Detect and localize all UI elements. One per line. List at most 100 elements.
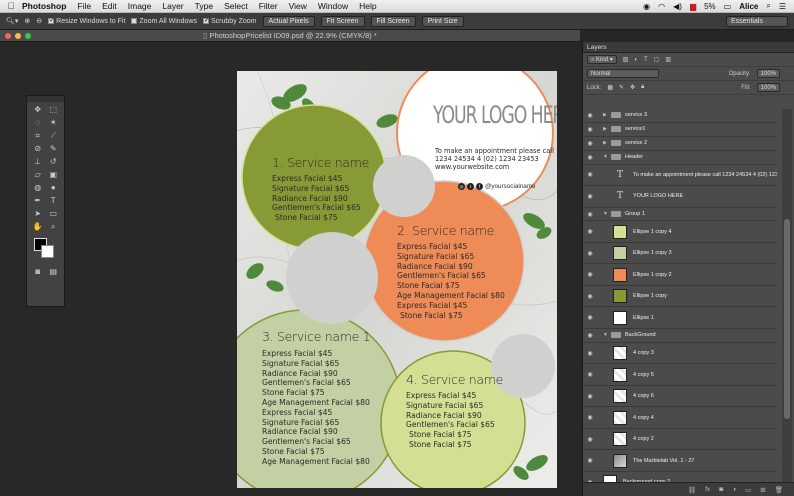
disclosure-arrow-icon[interactable]: ▼ xyxy=(603,211,611,217)
layer-row[interactable]: ◉ 4 copy 4 xyxy=(583,407,777,429)
layer-row[interactable]: ◉ Ellipse 1 copy 4 xyxy=(583,221,777,243)
visibility-eye-icon[interactable]: ◉ xyxy=(583,393,597,400)
filter-adjustment-icon[interactable]: ◐ xyxy=(634,57,638,63)
visibility-eye-icon[interactable]: ◉ xyxy=(583,314,597,321)
menu-layer[interactable]: Layer xyxy=(162,1,183,11)
layer-row[interactable]: ◉ Ellipse 1 copy 2 xyxy=(583,264,777,286)
visibility-eye-icon[interactable]: ◉ xyxy=(583,271,597,278)
volume-icon[interactable]: ◀) xyxy=(673,2,682,11)
zoom-out-icon[interactable]: ⊖ xyxy=(36,17,42,25)
layer-row[interactable]: ◉ ▼ BackGround xyxy=(583,329,777,343)
add-mask-icon[interactable]: ◙ xyxy=(719,486,723,493)
scrollbar-thumb[interactable] xyxy=(784,219,790,419)
layer-row[interactable]: ◉ ▶ service 3 xyxy=(583,109,777,123)
zoom-in-icon[interactable]: ⊕ xyxy=(24,17,30,25)
user-name[interactable]: Alice xyxy=(739,2,758,11)
disclosure-arrow-icon[interactable]: ▼ xyxy=(603,332,611,338)
zoom-all-checkbox[interactable]: Zoom All Windows xyxy=(131,18,197,25)
menu-edit[interactable]: Edit xyxy=(102,1,117,11)
blend-mode-select[interactable]: Normal xyxy=(587,69,659,78)
menu-select[interactable]: Select xyxy=(224,1,248,11)
lock-all-icon[interactable]: 🔒︎ xyxy=(641,84,644,91)
wifi-icon[interactable]: ◠ xyxy=(658,2,665,11)
resize-windows-checkbox[interactable]: Resize Windows to Fit xyxy=(48,16,125,25)
workspace-select[interactable]: Essentials xyxy=(726,15,788,27)
zoom-tool-icon[interactable]: ⌕ xyxy=(46,221,62,232)
trash-icon[interactable]: 🗑︎ xyxy=(775,486,783,494)
visibility-eye-icon[interactable]: ◉ xyxy=(583,211,597,218)
dodge-tool-icon[interactable]: ● xyxy=(46,182,62,193)
adjustment-layer-icon[interactable]: ◑ xyxy=(732,486,736,493)
lock-paint-icon[interactable]: ✎ xyxy=(619,84,624,91)
visibility-eye-icon[interactable]: ◉ xyxy=(583,414,597,421)
actual-pixels-button[interactable]: Actual Pixels xyxy=(262,15,315,27)
screen-mode-icon[interactable]: ▤ xyxy=(46,266,62,277)
minimize-icon[interactable] xyxy=(15,33,21,39)
blur-tool-icon[interactable]: ◍ xyxy=(30,182,46,193)
flag-icon[interactable]: ▆ xyxy=(690,2,696,11)
layer-row[interactable]: ◉ ▼ Header xyxy=(583,151,777,165)
menu-help[interactable]: Help xyxy=(359,1,376,11)
visibility-eye-icon[interactable]: ◉ xyxy=(583,193,597,200)
document-canvas[interactable]: YOUR LOGO HERE To make an appointment pl… xyxy=(237,71,557,488)
layer-row[interactable]: ◉ 4 copy 3 xyxy=(583,343,777,365)
gradient-tool-icon[interactable]: ▣ xyxy=(46,169,62,180)
list-icon[interactable]: ☰ xyxy=(779,2,786,11)
fill-screen-button[interactable]: Fill Screen xyxy=(370,15,416,27)
disclosure-arrow-icon[interactable]: ▼ xyxy=(603,154,611,160)
type-tool-icon[interactable]: T xyxy=(46,195,62,206)
visibility-eye-icon[interactable]: ◉ xyxy=(583,457,597,464)
lock-move-icon[interactable]: ✥ xyxy=(630,84,635,91)
layer-row[interactable]: ◉ 4 copy 6 xyxy=(583,386,777,408)
creative-cloud-icon[interactable]: ◉ xyxy=(643,2,650,11)
eraser-tool-icon[interactable]: ▱ xyxy=(30,169,46,180)
visibility-eye-icon[interactable]: ◉ xyxy=(583,250,597,257)
print-size-button[interactable]: Print Size xyxy=(421,15,464,27)
visibility-eye-icon[interactable]: ◉ xyxy=(583,154,597,161)
visibility-eye-icon[interactable]: ◉ xyxy=(583,140,597,147)
lasso-tool-icon[interactable]: ◌ xyxy=(30,117,46,128)
visibility-eye-icon[interactable]: ◉ xyxy=(583,436,597,443)
apple-icon[interactable]:  xyxy=(0,1,22,11)
filter-shape-icon[interactable]: ▢ xyxy=(654,56,660,63)
layer-row[interactable]: ◉ 4 copy 2 xyxy=(583,429,777,451)
menu-file[interactable]: File xyxy=(77,1,91,11)
menu-view[interactable]: View xyxy=(289,1,307,11)
menu-type[interactable]: Type xyxy=(195,1,213,11)
disclosure-arrow-icon[interactable]: ▶ xyxy=(603,112,611,118)
eyedropper-tool-icon[interactable]: ⟋ xyxy=(46,130,62,141)
fit-screen-button[interactable]: Fit Screen xyxy=(320,15,365,27)
visibility-eye-icon[interactable]: ◉ xyxy=(583,126,597,133)
hand-tool-icon[interactable]: ✋ xyxy=(30,221,46,232)
quick-mask-icon[interactable]: ◙ xyxy=(30,266,46,277)
menu-image[interactable]: Image xyxy=(128,1,152,11)
layer-row[interactable]: ◉Background copy 2 xyxy=(583,472,777,482)
new-layer-icon[interactable]: ⊞ xyxy=(760,486,765,494)
layer-row[interactable]: ◉ T To make an appointment please call 123… xyxy=(583,165,777,187)
path-select-icon[interactable]: ➤ xyxy=(30,208,46,219)
layer-row[interactable]: ◉ ▶ service1 xyxy=(583,123,777,137)
close-icon[interactable] xyxy=(5,33,11,39)
layer-row[interactable]: ◉ ▶ service 2 xyxy=(583,137,777,151)
layer-row[interactable]: ◉ Ellipse 1 xyxy=(583,307,777,329)
crop-tool-icon[interactable]: ⌗ xyxy=(30,130,46,141)
new-group-icon[interactable]: ▭ xyxy=(745,486,751,494)
brush-tool-icon[interactable]: ✎ xyxy=(46,143,62,154)
layer-row[interactable]: ◉ ▼ Group 1 xyxy=(583,208,777,222)
layer-row[interactable]: ◉ Ellipse 1 copy xyxy=(583,286,777,308)
filter-kind-select[interactable]: ⌕ Kind ▾ xyxy=(587,55,617,64)
scrubby-zoom-checkbox[interactable]: Scrubby Zoom xyxy=(202,16,257,25)
menu-filter[interactable]: Filter xyxy=(259,1,278,11)
fx-icon[interactable]: fx xyxy=(705,486,710,493)
background-color[interactable] xyxy=(41,245,54,258)
visibility-eye-icon[interactable]: ◉ xyxy=(583,332,597,339)
layer-row[interactable]: ◉ Ellipse 1 copy 3 xyxy=(583,243,777,265)
layers-scrollbar[interactable] xyxy=(782,109,792,482)
fill-field[interactable]: 100% xyxy=(756,83,780,92)
history-brush-icon[interactable]: ↺ xyxy=(46,156,62,167)
disclosure-arrow-icon[interactable]: ▶ xyxy=(603,126,611,132)
link-layers-icon[interactable]: ⛓ xyxy=(688,486,696,494)
layer-row[interactable]: ◉ The Marblelab Vol. 1 - 27 xyxy=(583,450,777,472)
layer-row[interactable]: ◉ T YOUR LOGO HERE xyxy=(583,186,777,208)
document-tab[interactable]: ▯ PhotoshopPricelist ID09.psd @ 22.9% (C… xyxy=(0,30,580,42)
